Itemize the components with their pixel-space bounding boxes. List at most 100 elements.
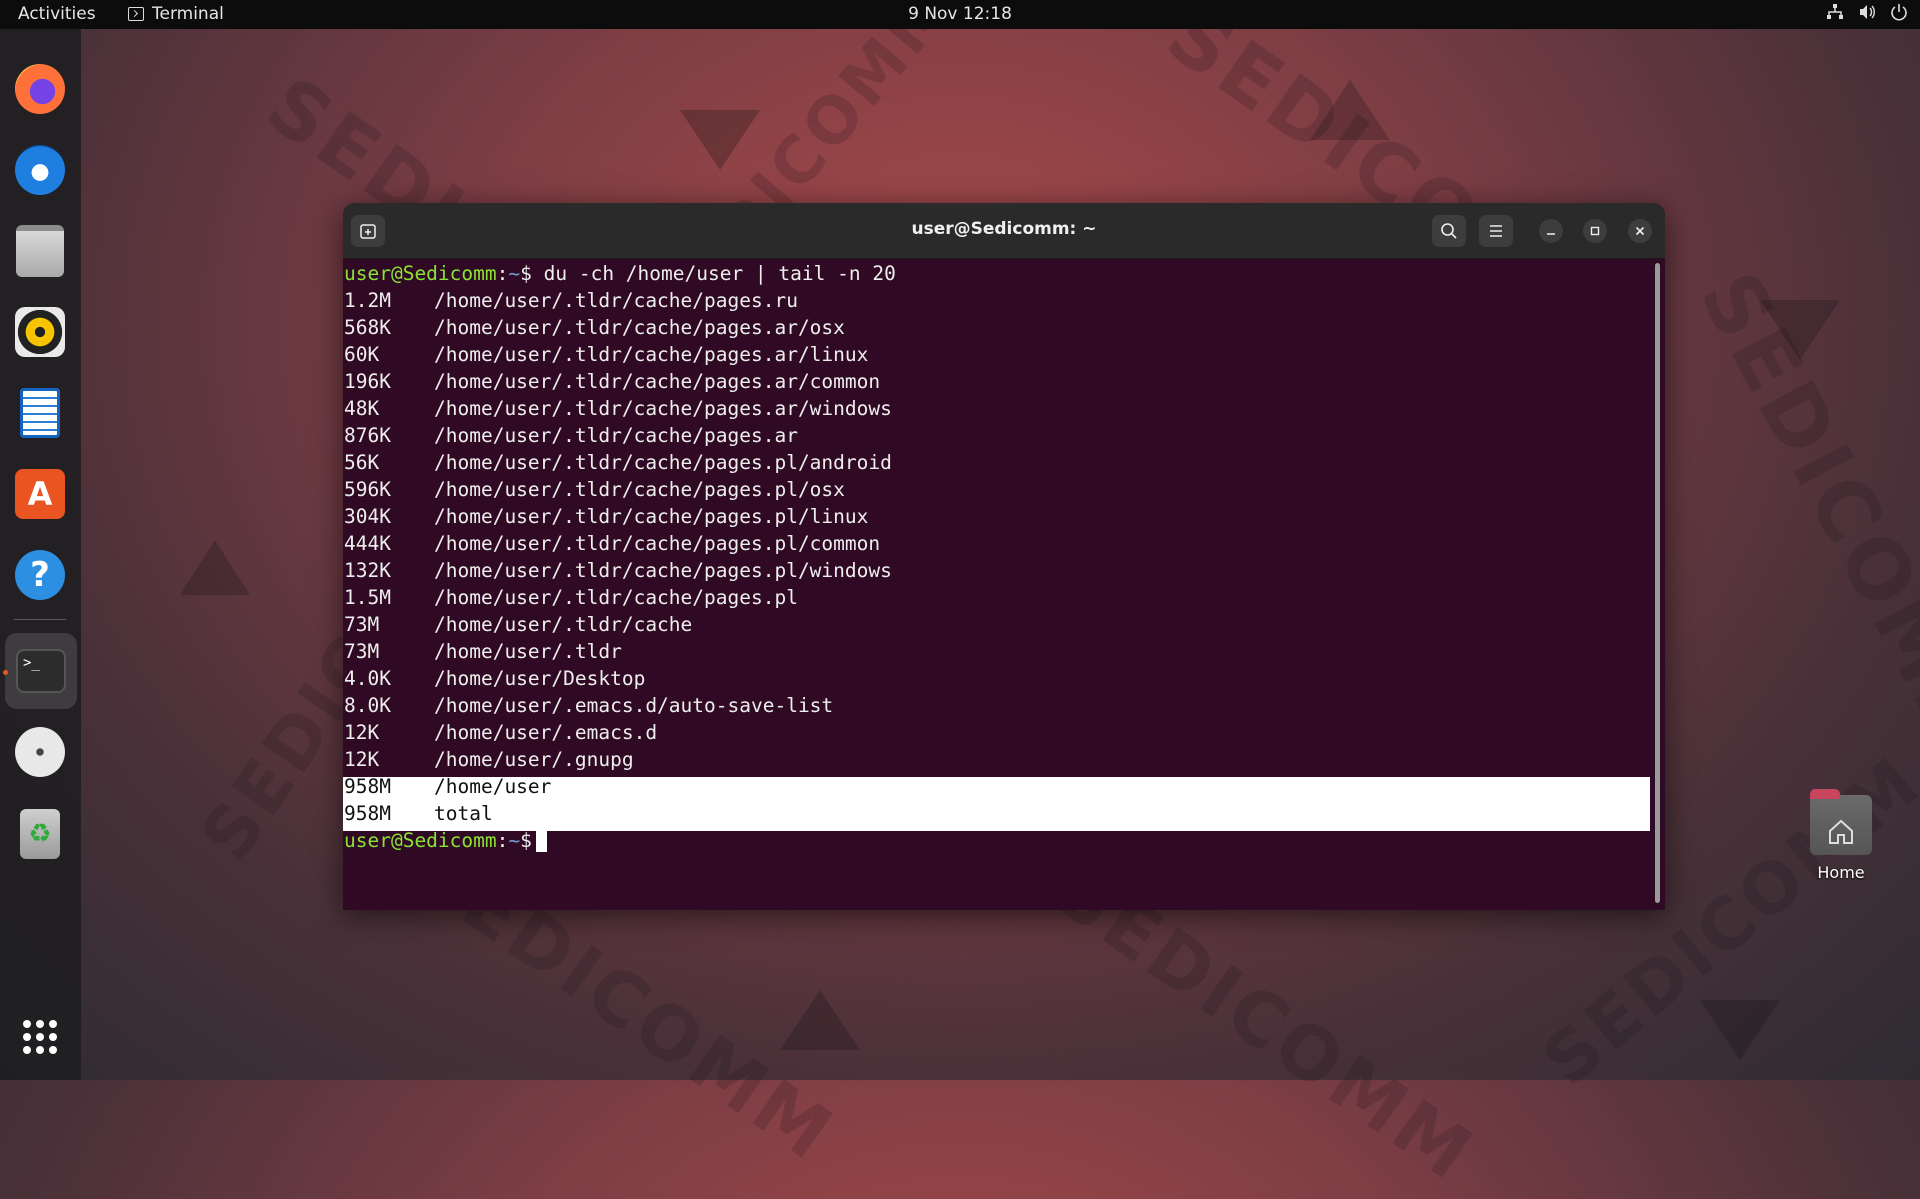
disk-usage-size: 1.2M [344, 289, 391, 312]
clock[interactable]: 9 Nov 12:18 [908, 4, 1012, 24]
disk-usage-path: /home/user/.tldr [434, 640, 622, 663]
prompt-user: user@Sedicomm [344, 262, 497, 285]
minimize-button[interactable] [1539, 219, 1563, 243]
disk-usage-size: 1.5M [344, 586, 391, 609]
new-tab-icon [360, 224, 376, 239]
terminal-window[interactable]: user@Sedicomm: ~ user@Sedicomm:~$ du -ch… [343, 203, 1665, 910]
disk-usage-path: /home/user [434, 775, 552, 798]
output-line: 596K/home/user/.tldr/cache/pages.pl/osx [344, 476, 845, 503]
terminal-body[interactable]: user@Sedicomm:~$ du -ch /home/user | tai… [343, 259, 1653, 910]
disk-usage-path: /home/user/.tldr/cache/pages.ar/windows [434, 397, 892, 420]
command-line: user@Sedicomm:~$ du -ch /home/user | tai… [344, 260, 896, 287]
firefox-icon [15, 64, 65, 114]
disk-usage-path: /home/user/.tldr/cache/pages.ar [434, 424, 798, 447]
text-cursor [535, 828, 547, 852]
disk-usage-size: 48K [344, 397, 380, 420]
clock-container: 9 Nov 12:18 [0, 4, 1920, 24]
dock-item-libreoffice-writer[interactable] [10, 383, 70, 443]
output-line: 568K/home/user/.tldr/cache/pages.ar/osx [344, 314, 845, 341]
disk-usage-path: /home/user/.tldr/cache/pages.ar/osx [434, 316, 845, 339]
dock-item-trash[interactable]: ♻ [10, 804, 70, 864]
new-tab-button[interactable] [351, 215, 385, 247]
network-icon[interactable] [1826, 3, 1844, 23]
output-line: 444K/home/user/.tldr/cache/pages.pl/comm… [344, 530, 880, 557]
output-line: 876K/home/user/.tldr/cache/pages.ar [344, 422, 798, 449]
output-line: 4.0K/home/user/Desktop [344, 665, 645, 692]
maximize-icon [1590, 226, 1600, 236]
dock: A ? >_ ♻ [0, 29, 81, 1080]
desktop-home-folder[interactable]: Home [1800, 789, 1882, 882]
dock-item-disc[interactable] [10, 722, 70, 782]
output-line: 1.5M/home/user/.tldr/cache/pages.pl [344, 584, 798, 611]
output-line: 56K/home/user/.tldr/cache/pages.pl/andro… [344, 449, 892, 476]
disk-usage-path: /home/user/.tldr/cache/pages.ar/common [434, 370, 881, 393]
disk-usage-size: 876K [344, 424, 391, 447]
output-line: 958M/home/user [344, 773, 551, 800]
dock-item-software-center[interactable]: A [10, 464, 70, 524]
dock-item-show-applications[interactable] [10, 1007, 70, 1067]
app-menu-terminal[interactable]: Terminal [128, 4, 224, 24]
disk-usage-path: total [434, 802, 493, 825]
volume-icon[interactable] [1858, 3, 1876, 23]
prompt-symbol: $ [520, 262, 532, 285]
disk-usage-size: 12K [344, 748, 380, 771]
trash-icon: ♻ [20, 809, 60, 859]
wallpaper-triangle [680, 110, 760, 170]
output-line: 132K/home/user/.tldr/cache/pages.pl/wind… [344, 557, 892, 584]
disk-usage-path: /home/user/.tldr/cache/pages.pl/android [434, 451, 892, 474]
output-line: 48K/home/user/.tldr/cache/pages.ar/windo… [344, 395, 892, 422]
wallpaper-triangle [780, 990, 860, 1050]
disk-usage-size: 568K [344, 316, 391, 339]
close-button[interactable] [1628, 219, 1652, 243]
disk-usage-size: 958M [344, 802, 391, 825]
app-menu-label: Terminal [152, 4, 224, 24]
disk-usage-size: 958M [344, 775, 391, 798]
output-line: 304K/home/user/.tldr/cache/pages.pl/linu… [344, 503, 868, 530]
power-icon[interactable] [1890, 3, 1908, 23]
prompt-path: ~ [508, 829, 521, 852]
dock-item-rhythmbox[interactable] [10, 302, 70, 362]
disk-usage-path: /home/user/.emacs.d [434, 721, 658, 744]
dock-item-terminal[interactable]: >_ [5, 633, 77, 709]
menu-button[interactable] [1479, 215, 1513, 247]
wallpaper-watermark: SEDICOMM [1680, 257, 1920, 778]
dock-item-files[interactable] [10, 221, 70, 281]
disk-usage-path: /home/user/.tldr/cache/pages.pl/osx [434, 478, 845, 501]
output-line: 196K/home/user/.tldr/cache/pages.ar/comm… [344, 368, 880, 395]
output-line: 73M/home/user/.tldr/cache [344, 611, 692, 638]
system-tray[interactable] [1826, 3, 1908, 23]
dock-running-indicator [3, 670, 8, 675]
home-folder-label: Home [1817, 863, 1865, 882]
prompt-separator: : [496, 262, 509, 285]
help-icon: ? [15, 550, 65, 600]
current-prompt-line: user@Sedicomm:~$ [344, 827, 547, 854]
libreoffice-writer-icon [20, 388, 60, 438]
output-line: 12K/home/user/.gnupg [344, 746, 634, 773]
activities-button[interactable]: Activities [18, 4, 96, 24]
wallpaper-triangle [1310, 80, 1390, 140]
prompt-path: ~ [508, 262, 521, 285]
search-button[interactable] [1432, 215, 1466, 247]
dock-item-help[interactable]: ? [10, 545, 70, 605]
output-line: 60K/home/user/.tldr/cache/pages.ar/linux [344, 341, 868, 368]
home-folder-icon [1810, 789, 1872, 855]
output-line: 12K/home/user/.emacs.d [344, 719, 657, 746]
terminal-headerbar[interactable]: user@Sedicomm: ~ [343, 203, 1665, 259]
dock-item-firefox[interactable] [10, 59, 70, 119]
thunderbird-icon [15, 145, 65, 195]
disk-usage-size: 4.0K [344, 667, 391, 690]
disk-usage-size: 596K [344, 478, 391, 501]
window-title: user@Sedicomm: ~ [911, 219, 1097, 239]
disk-usage-path: /home/user/.tldr/cache/pages.ar/linux [434, 343, 869, 366]
prompt-symbol: $ [520, 829, 532, 852]
disk-usage-path: /home/user/.tldr/cache/pages.pl [434, 586, 798, 609]
disk-usage-path: /home/user/.tldr/cache/pages.pl/common [434, 532, 881, 555]
wallpaper-triangle [1760, 300, 1840, 360]
terminal-scrollbar[interactable] [1655, 263, 1660, 903]
close-icon [1635, 226, 1645, 236]
search-icon [1441, 223, 1457, 239]
disk-usage-path: /home/user/Desktop [434, 667, 646, 690]
disk-usage-path: /home/user/.tldr/cache/pages.ru [434, 289, 798, 312]
dock-item-thunderbird[interactable] [10, 140, 70, 200]
maximize-button[interactable] [1583, 219, 1607, 243]
